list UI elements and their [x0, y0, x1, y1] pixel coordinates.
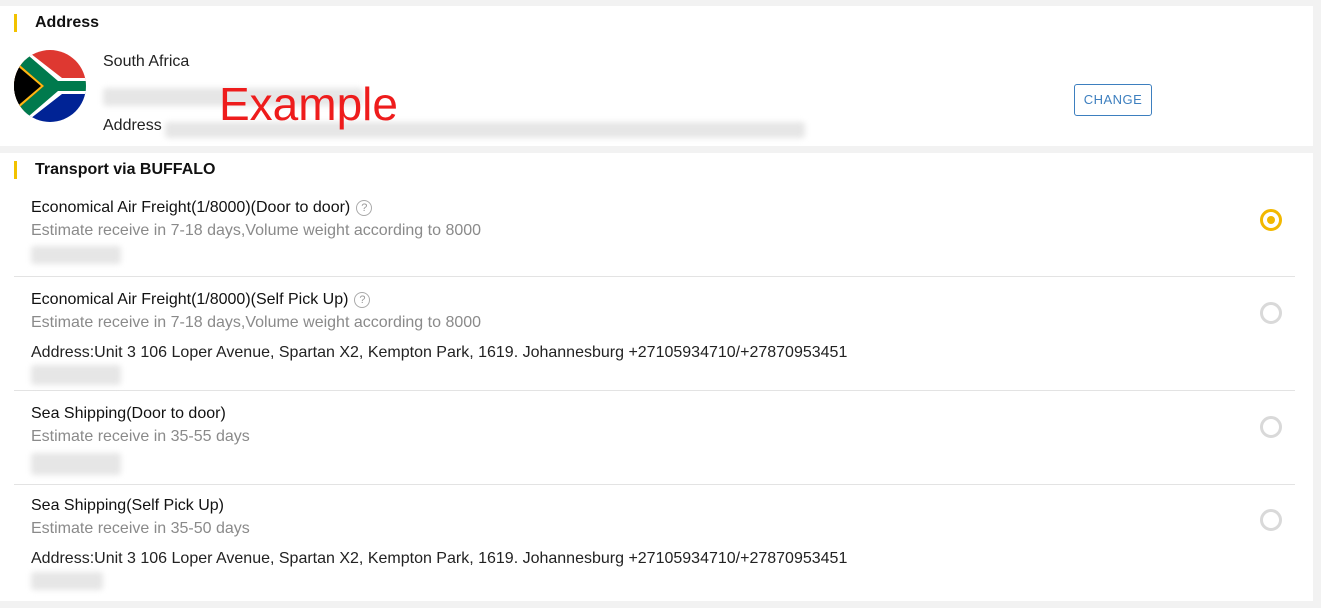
question-circle-icon[interactable]: ? — [354, 292, 371, 308]
transport-section-title: Transport via BUFFALO — [14, 161, 215, 179]
shipping-option-air-pickup[interactable]: Economical Air Freight(1/8000)(Self Pick… — [14, 277, 1295, 391]
address-section-title: Address — [14, 14, 99, 32]
shipping-option-title: Sea Shipping(Self Pick Up) — [31, 497, 224, 514]
transport-panel: Transport via BUFFALO Economical Air Fre… — [0, 153, 1313, 601]
address-panel: Address South Africa Address Example CHA… — [0, 6, 1313, 146]
shipping-option-estimate: Estimate receive in 7-18 days,Volume wei… — [31, 314, 482, 331]
address-country: South Africa — [103, 53, 190, 70]
pickup-address: Address:Unit 3 106 Loper Avenue, Spartan… — [31, 550, 848, 567]
shipping-option-radio[interactable] — [1260, 209, 1282, 231]
south-africa-flag-icon — [14, 50, 86, 122]
example-watermark: Example — [219, 78, 398, 130]
redacted-price — [31, 365, 121, 385]
shipping-option-estimate: Estimate receive in 7-18 days,Volume wei… — [31, 222, 482, 239]
shipping-option-title: Economical Air Freight(1/8000)(Self Pick… — [31, 291, 371, 309]
shipping-option-sea-door[interactable]: Sea Shipping(Door to door) Estimate rece… — [14, 391, 1295, 485]
shipping-option-title: Sea Shipping(Door to door) — [31, 405, 226, 422]
pickup-address: Address:Unit 3 106 Loper Avenue, Spartan… — [31, 344, 848, 361]
redacted-price — [31, 246, 121, 264]
shipping-option-sea-pickup[interactable]: Sea Shipping(Self Pick Up) Estimate rece… — [14, 485, 1295, 601]
redacted-price — [31, 572, 103, 590]
shipping-option-radio[interactable] — [1260, 416, 1282, 438]
change-address-button[interactable]: CHANGE — [1074, 84, 1152, 116]
shipping-option-air-door[interactable]: Economical Air Freight(1/8000)(Door to d… — [14, 187, 1295, 277]
shipping-option-radio[interactable] — [1260, 509, 1282, 531]
question-circle-icon[interactable]: ? — [356, 200, 373, 216]
shipping-option-title: Economical Air Freight(1/8000)(Door to d… — [31, 199, 373, 217]
shipping-option-estimate: Estimate receive in 35-55 days — [31, 428, 250, 445]
shipping-option-estimate: Estimate receive in 35-50 days — [31, 520, 250, 537]
shipping-option-radio[interactable] — [1260, 302, 1282, 324]
redacted-price — [31, 453, 121, 475]
address-label: Address — [103, 117, 162, 134]
